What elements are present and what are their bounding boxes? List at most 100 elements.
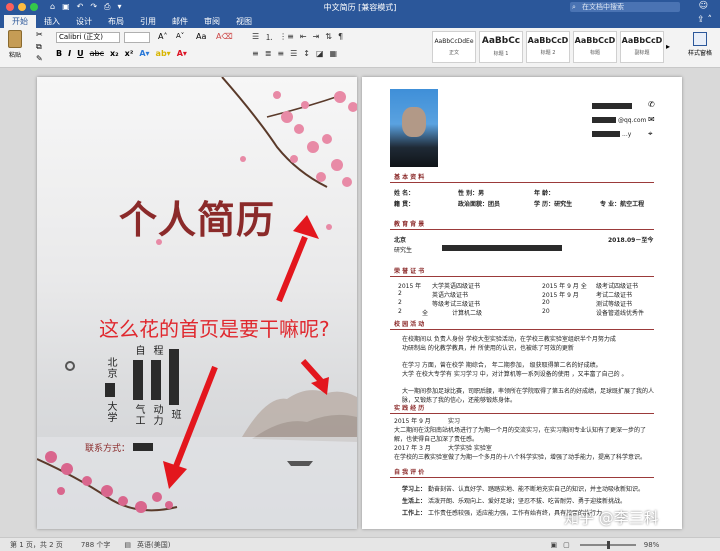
style-name: 标题 — [589, 50, 600, 56]
style-sample: AaBbCcD — [574, 36, 616, 45]
style-name: 正文 — [448, 50, 459, 56]
resume-page[interactable]: ✆ @qq.com ✉ ...y ⌖ 基 本 资 料 姓 名： 性 别：男 年 … — [362, 77, 682, 529]
page-count[interactable]: 第 1 页，共 2 页 — [10, 540, 63, 550]
format-painter-icon[interactable]: ✎ — [36, 54, 43, 63]
cover-page[interactable]: 个人简历 这么花的首页是要干嘛呢? 北京 大学 自 气工 程 动力 班 联系方式… — [37, 77, 357, 529]
multilevel-list-icon[interactable]: ⋮≡ — [279, 32, 294, 43]
home-icon[interactable]: ⌂ — [50, 2, 55, 12]
word-count[interactable]: 788 个字 — [81, 540, 111, 550]
certificate-item: 2 — [398, 308, 402, 315]
style-sample: AaBbCcD — [527, 36, 569, 45]
certificate-item: 2 — [398, 290, 402, 297]
redo-icon[interactable]: ↷ — [90, 2, 97, 12]
section-divider — [390, 477, 654, 478]
style-subtitle[interactable]: AaBbCcD 副标题 — [620, 31, 664, 63]
watermark: 知乎 @李三科 — [564, 509, 659, 527]
activity-item: 大一期间参加足球比赛，司职后腰，率领所在学院取得了第五名的好成绩，足球既扩展了我… — [402, 388, 655, 404]
certificate-item: 设备管道线优秀件 — [596, 310, 645, 317]
basic-name-label: 姓 名： — [394, 190, 415, 197]
tab-layout[interactable]: 布局 — [100, 15, 132, 28]
paragraph-row-2: ≡ ≣ ≡ ☰ ↕ ◪ ▦ — [252, 49, 337, 58]
align-left-icon[interactable]: ≡ — [252, 49, 259, 58]
borders-icon[interactable]: ▦ — [330, 49, 338, 58]
section-certificates-title: 荣 誉 证 书 — [394, 268, 425, 275]
shrink-font-icon[interactable]: A˅ — [176, 32, 184, 40]
paste-button[interactable]: 粘贴 — [4, 30, 26, 59]
view-print-icon[interactable]: ▣ — [551, 541, 558, 549]
cut-icon[interactable]: ✂ — [36, 30, 43, 39]
superscript-button[interactable]: x² — [125, 49, 134, 58]
tab-review[interactable]: 审阅 — [196, 15, 228, 28]
more-icon[interactable]: ▾ — [117, 2, 121, 12]
tab-view[interactable]: 视图 — [228, 15, 260, 28]
certificate-item: 全 — [422, 310, 429, 317]
zoom-window-button[interactable] — [30, 3, 38, 11]
highlight-icon[interactable]: ab▾ — [156, 49, 171, 58]
bullets-icon[interactable]: ☰ — [252, 32, 259, 43]
language[interactable]: 英语(美国) — [137, 540, 170, 550]
zoom-level[interactable]: 98% — [644, 541, 660, 549]
basic-gender: 性 别：男 — [458, 190, 485, 197]
align-center-icon[interactable]: ≣ — [265, 49, 272, 58]
zoom-slider[interactable] — [579, 540, 636, 549]
style-heading-2[interactable]: AaBbCcD 标题 2 — [526, 31, 570, 63]
justify-icon[interactable]: ☰ — [290, 49, 297, 58]
text-effects-icon[interactable]: A▾ — [139, 49, 149, 58]
zoom-slider-thumb[interactable] — [606, 540, 610, 549]
user-icon[interactable]: ☺ — [699, 1, 708, 11]
font-size-select[interactable] — [124, 32, 150, 43]
close-window-button[interactable] — [6, 3, 14, 11]
clear-format-icon[interactable]: A⌫ — [216, 32, 233, 41]
italic-button[interactable]: I — [68, 49, 71, 58]
print-icon[interactable]: ⎙ — [104, 2, 110, 12]
bold-button[interactable]: B — [56, 49, 62, 58]
phone-icon: ✆ — [648, 100, 655, 109]
font-name-select[interactable]: Calibri (正文) — [56, 32, 120, 43]
proofing-icon[interactable]: ▤ — [124, 541, 131, 549]
line-spacing-icon[interactable]: ↕ — [303, 49, 310, 58]
styles-more-icon[interactable]: ▸ — [666, 42, 670, 51]
tab-home[interactable]: 开始 — [4, 15, 36, 28]
style-title[interactable]: AaBbCcD 标题 — [573, 31, 617, 63]
styles-pane-button[interactable]: 样式窗格 — [688, 32, 712, 57]
undo-icon[interactable]: ↶ — [77, 2, 84, 12]
contact-label: 联系方式： — [85, 444, 131, 454]
basic-major: 专 业：航空工程 — [600, 201, 645, 208]
align-right-icon[interactable]: ≡ — [277, 49, 284, 58]
strikethrough-button[interactable]: abc — [90, 49, 104, 58]
grow-font-icon[interactable]: A˄ — [158, 32, 167, 41]
redacted-contact — [133, 443, 153, 451]
minimize-window-button[interactable] — [18, 3, 26, 11]
cover-major-text: 自 — [133, 345, 144, 356]
subscript-button[interactable]: x₂ — [110, 49, 119, 58]
practice-date: 2015 年 9 月 — [394, 418, 431, 425]
style-sample: AaBbCcD — [621, 36, 663, 45]
underline-button[interactable]: U — [77, 49, 84, 58]
change-case-icon[interactable]: Aa — [196, 32, 206, 41]
font-color-icon[interactable]: A▾ — [177, 49, 187, 58]
share-icon[interactable]: ⇪ ˄ — [697, 15, 712, 25]
tab-insert[interactable]: 插入 — [36, 15, 68, 28]
cover-title: 个人简历 — [119, 197, 276, 242]
numbering-icon[interactable]: ⒈ — [265, 32, 273, 43]
document-search[interactable]: ⌕ 在文档中搜索 — [570, 2, 680, 12]
basic-origin-label: 籍 贯： — [394, 201, 415, 208]
quick-access-toolbar: ⌂ ▣ ↶ ↷ ⎙ ▾ — [50, 2, 121, 12]
evaluation-label: 学习上： — [402, 486, 427, 493]
increase-indent-icon[interactable]: ⇥ — [313, 32, 320, 43]
redacted-block — [151, 360, 161, 401]
sort-icon[interactable]: ⇅ — [325, 32, 332, 43]
shading-icon[interactable]: ◪ — [316, 49, 324, 58]
style-normal[interactable]: AaBbCcDdEe 正文 — [432, 31, 476, 63]
education-period: 2018.09－至今 — [608, 237, 654, 244]
tab-design[interactable]: 设计 — [68, 15, 100, 28]
show-marks-icon[interactable]: ¶ — [338, 32, 343, 43]
tab-mailings[interactable]: 邮件 — [164, 15, 196, 28]
copy-icon[interactable]: ⧉ — [36, 42, 42, 52]
tab-references[interactable]: 引用 — [132, 15, 164, 28]
style-heading-1[interactable]: AaBbCc 标题 1 — [479, 31, 523, 63]
view-web-icon[interactable]: ▢ — [563, 541, 570, 549]
save-icon[interactable]: ▣ — [62, 2, 70, 12]
decrease-indent-icon[interactable]: ⇤ — [300, 32, 307, 43]
certificate-item: 大学英语四级证书 — [432, 283, 481, 290]
